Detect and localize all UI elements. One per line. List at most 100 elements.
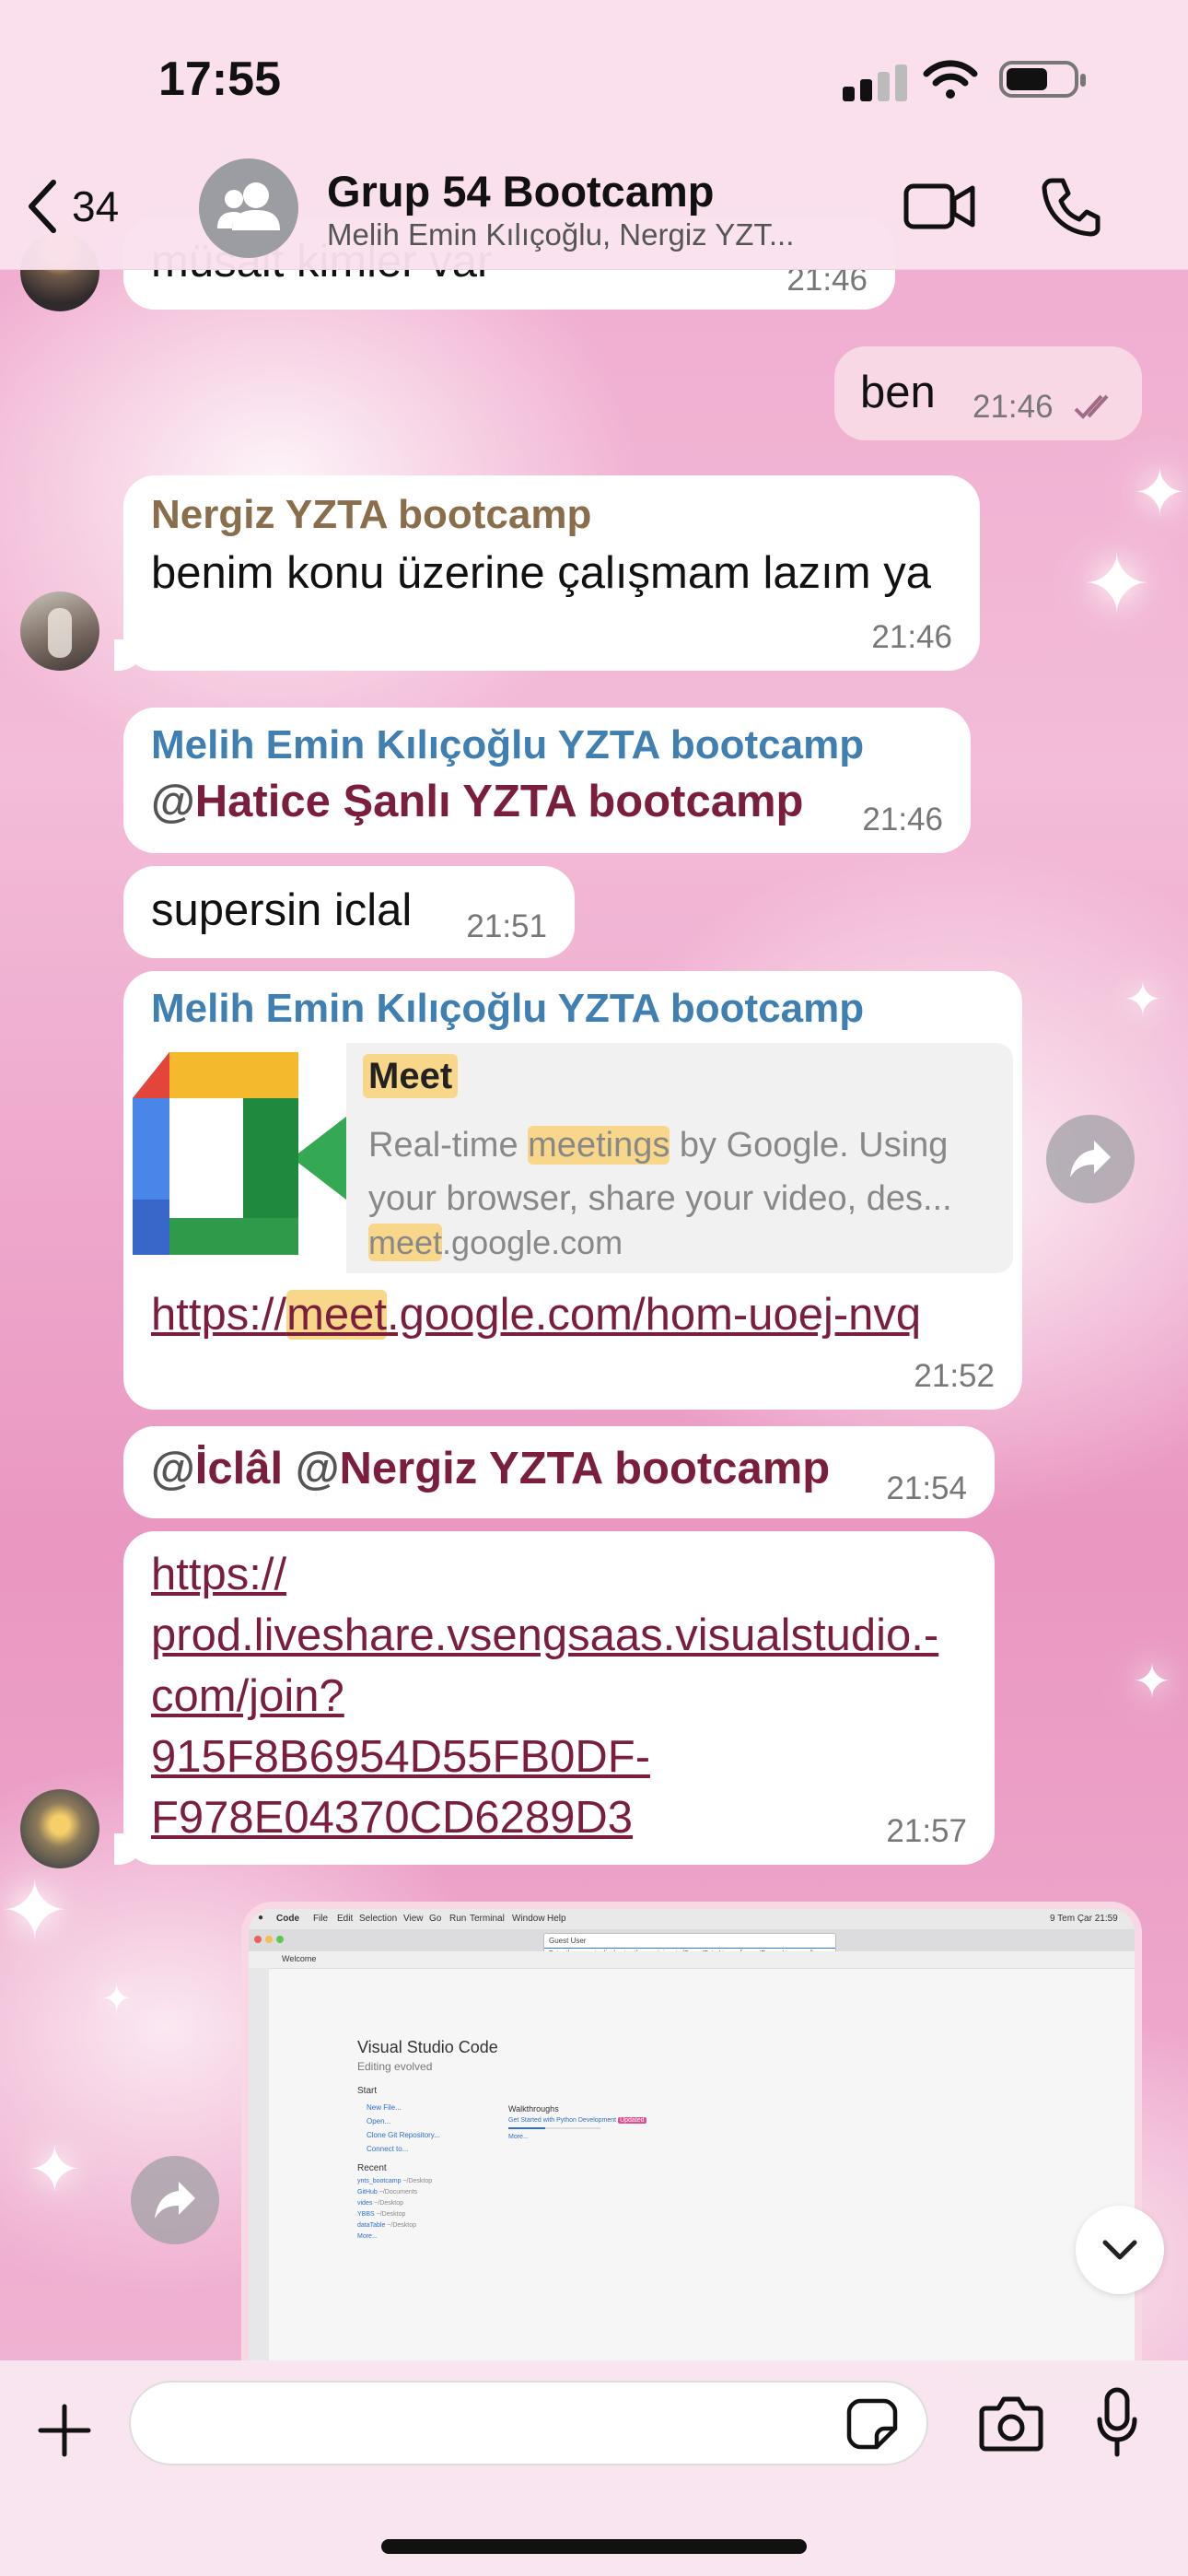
walkthrough-more[interactable]: More... <box>508 2134 529 2140</box>
sparkle-decoration: ✦ <box>101 1979 133 2020</box>
apple-icon: ● <box>258 1913 264 1923</box>
link-line: 915F8B6954D55FB0DF- <box>151 1732 651 1782</box>
recent-item[interactable]: dataTable <box>357 2222 385 2229</box>
group-avatar[interactable] <box>199 158 298 258</box>
read-check-icon <box>1074 394 1109 419</box>
recent-path: ~/Documents <box>379 2189 418 2195</box>
message-bubble[interactable]: Melih Emin Kılıçoğlu YZTA bootcamp Meet … <box>123 971 1022 1410</box>
chat-subtitle[interactable]: Melih Emin Kılıçoğlu, Nergiz YZT... <box>327 217 794 252</box>
mention-link[interactable]: @Hatice Şanlı YZTA bootcamp <box>151 776 804 827</box>
chat-title[interactable]: Grup 54 Bootcamp <box>327 166 714 217</box>
sparkle-decoration: ✦ <box>1133 457 1187 529</box>
sender-name: Melih Emin Kılıçoğlu YZTA bootcamp <box>151 722 865 767</box>
video-call-icon[interactable] <box>903 179 976 234</box>
message-bubble[interactable]: supersin iclal 21:51 <box>123 866 575 958</box>
status-bar: 17:55 <box>0 0 1188 157</box>
menubar-item: File <box>313 1914 329 1924</box>
camera-icon[interactable] <box>978 2394 1044 2453</box>
link-line: F978E04370CD6289D3 <box>151 1793 634 1843</box>
preview-title-text: Meet <box>363 1054 459 1098</box>
dialog-input: Guest User <box>544 1934 835 1949</box>
walkthroughs-heading: Walkthroughs <box>508 2104 559 2113</box>
start-heading: Start <box>357 2086 378 2096</box>
menubar-item: Selection <box>359 1914 398 1924</box>
image-message[interactable]: ● Code File Edit Selection View Go Run T… <box>241 1902 1142 2362</box>
message-bubble[interactable]: Nergiz YZTA bootcamp benim konu üzerine … <box>114 475 980 671</box>
menubar-item: View <box>403 1914 424 1924</box>
back-button[interactable]: 34 <box>26 177 119 236</box>
battery-icon <box>999 61 1086 98</box>
recent-item[interactable]: YBBS <box>357 2211 375 2218</box>
menubar-item: Go <box>429 1914 442 1924</box>
walkthrough-badge: Updated <box>618 2117 646 2124</box>
google-meet-logo <box>133 1043 346 1273</box>
menubar-item: Window <box>512 1914 545 1924</box>
forward-button[interactable] <box>1046 1115 1135 1203</box>
sticker-icon[interactable] <box>845 2397 899 2451</box>
recent-heading: Recent <box>357 2163 387 2173</box>
microphone-icon[interactable] <box>1094 2386 1140 2460</box>
home-indicator <box>381 2539 807 2554</box>
recent-path: ~/Desktop <box>374 2200 404 2207</box>
menubar-item: Run <box>449 1914 467 1924</box>
cellular-signal-icon <box>843 64 913 101</box>
unread-count: 34 <box>72 182 120 230</box>
preview-desc-part: by Google. Using <box>670 1126 949 1165</box>
message-link[interactable]: https://meet.google.com/hom-uoej-nvq <box>151 1284 921 1345</box>
mac-menubar: ● Code File Edit Selection View Go Run T… <box>249 1909 1135 1929</box>
sender-name: Melih Emin Kılıçoğlu YZTA bootcamp <box>151 986 865 1031</box>
start-clone[interactable]: Clone Git Repository... <box>367 2128 440 2142</box>
message-bubble[interactable]: @İclâl @Nergiz YZTA bootcamp 21:54 <box>123 1426 995 1518</box>
preview-description: Real-time meetings by Google. Using your… <box>368 1118 1004 1225</box>
message-link[interactable]: https:// prod.liveshare.vsengsaas.visual… <box>151 1544 938 1848</box>
forward-button[interactable] <box>131 2156 219 2244</box>
bubble-tail <box>114 1833 146 1865</box>
sparkle-decoration: ✦ <box>1124 974 1162 1025</box>
recent-item[interactable]: vides <box>357 2200 372 2207</box>
chevron-down-icon <box>1102 2240 1137 2260</box>
mention-name: İclâl <box>194 1444 284 1493</box>
message-bubble-own[interactable]: ben 21:46 <box>834 346 1142 440</box>
message-bubble[interactable]: Melih Emin Kılıçoğlu YZTA bootcamp @Hati… <box>123 708 971 853</box>
message-time: 21:57 <box>886 1813 967 1849</box>
message-time: 21:46 <box>871 619 952 655</box>
start-list: New File... Open... Clone Git Repository… <box>367 2101 440 2156</box>
preview-domain-rest: .google.com <box>442 1224 623 1261</box>
plus-icon[interactable] <box>37 2403 92 2458</box>
link-line: prod.liveshare.vsengsaas.visualstudio.- <box>151 1610 939 1660</box>
recent-item[interactable]: GitHub <box>357 2189 378 2195</box>
message-input[interactable] <box>129 2381 928 2465</box>
walkthrough-item[interactable]: Get Started with Python Development Upda… <box>508 2117 646 2124</box>
avatar[interactable] <box>20 1789 99 1868</box>
message-time: 21:54 <box>886 1470 967 1506</box>
tab-welcome[interactable]: Welcome <box>282 1954 316 1963</box>
mention-at: @ <box>151 777 195 826</box>
sparkle-decoration: ✦ <box>1133 1656 1171 1707</box>
recent-more[interactable]: More... <box>357 2231 432 2242</box>
link-part: https:// <box>151 1290 287 1340</box>
sender-name: Nergiz YZTA bootcamp <box>151 492 592 537</box>
sparkle-decoration: ✦ <box>28 2134 82 2206</box>
recent-list: ynts_bootcamp ~/Desktop GitHub ~/Documen… <box>357 2176 432 2242</box>
message-bubble[interactable]: https:// prod.liveshare.vsengsaas.visual… <box>114 1531 995 1865</box>
vscode-welcome-subtitle: Editing evolved <box>357 2060 433 2073</box>
recent-item[interactable]: ynts_bootcamp <box>357 2178 401 2184</box>
walkthrough-title: Get Started with Python Development <box>508 2117 617 2124</box>
message-time: 21:46 <box>973 389 1054 425</box>
sparkle-decoration: ✦ <box>0 1866 70 1958</box>
message-time: 21:51 <box>466 908 547 944</box>
phone-call-icon[interactable] <box>1039 175 1103 240</box>
start-new-file[interactable]: New File... <box>367 2101 440 2114</box>
start-connect[interactable]: Connect to... <box>367 2142 440 2156</box>
mention-name: Hatice Şanlı YZTA bootcamp <box>194 777 804 826</box>
forward-arrow-icon <box>155 2182 195 2219</box>
group-icon <box>217 182 280 230</box>
recent-path: ~/Desktop <box>402 2178 433 2184</box>
walkthrough-progress <box>508 2127 600 2129</box>
scroll-down-button[interactable] <box>1076 2206 1164 2294</box>
mention-line[interactable]: @İclâl @Nergiz YZTA bootcamp <box>151 1443 830 1494</box>
preview-desc-part: your browser, share your video, des... <box>368 1179 952 1218</box>
link-preview-card[interactable]: Meet Real-time meetings by Google. Using… <box>133 1043 1013 1273</box>
avatar[interactable] <box>20 591 99 671</box>
start-open[interactable]: Open... <box>367 2114 440 2128</box>
